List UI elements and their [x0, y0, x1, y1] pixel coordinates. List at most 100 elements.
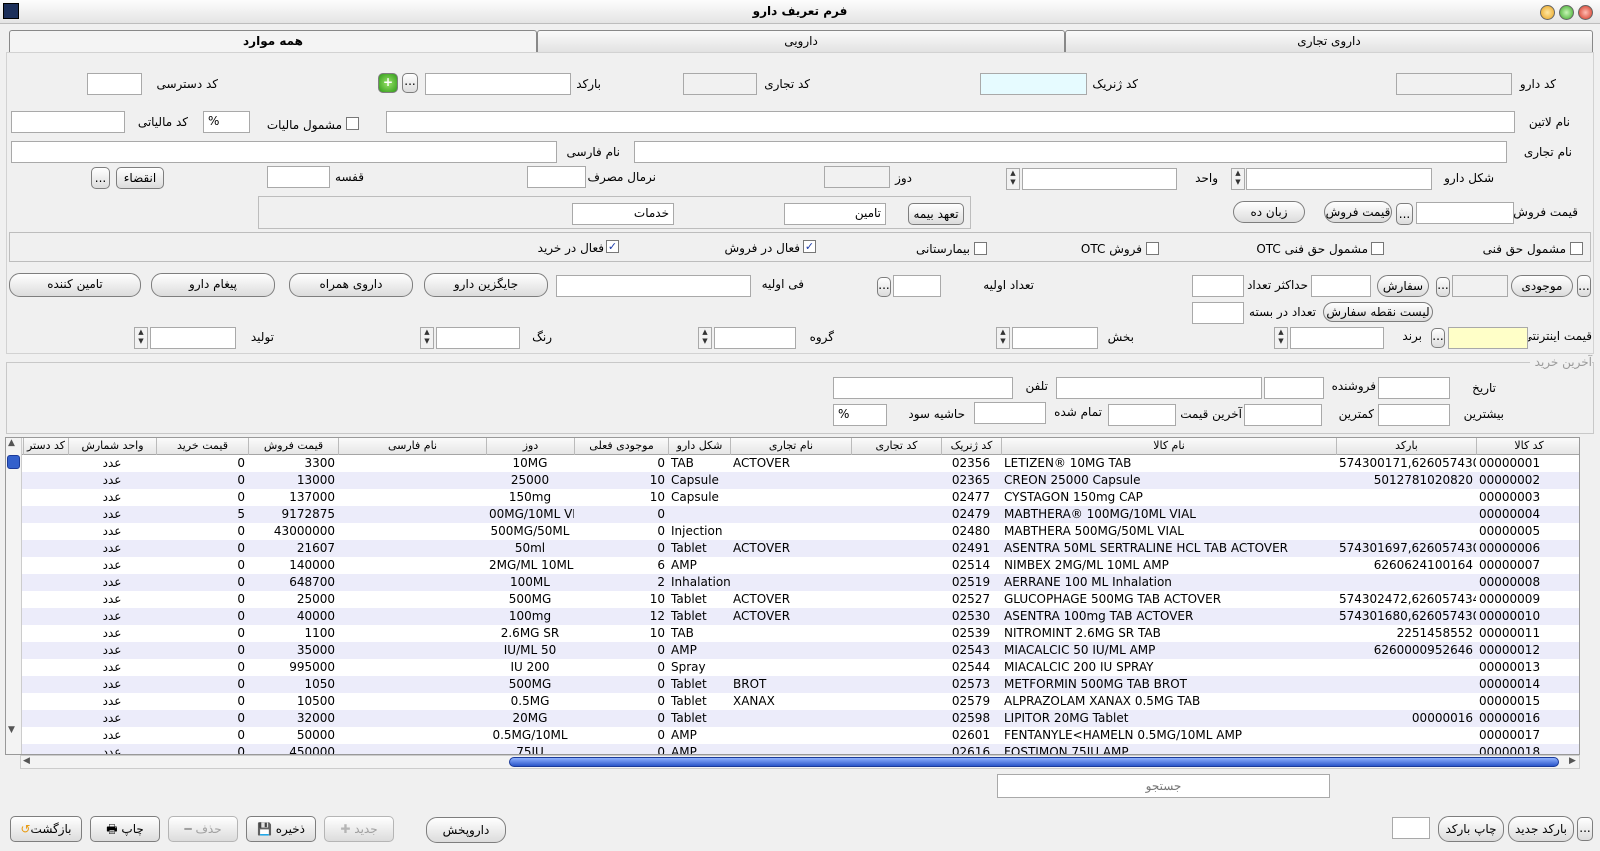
stock-field[interactable] — [1452, 275, 1508, 297]
order-browse-button[interactable]: ... — [1436, 277, 1450, 297]
horizontal-scroll-thumb[interactable] — [509, 757, 1559, 767]
scroll-up-icon[interactable]: ▲ — [8, 438, 15, 448]
production-field[interactable] — [150, 327, 236, 349]
add-barcode-button[interactable]: + — [378, 73, 398, 93]
save-button[interactable]: 💾 ذخیره — [246, 816, 316, 842]
table-row[interactable]: 00000006 574301697,626057430 ASENTRA 50ML … — [6, 540, 1579, 557]
drug-table[interactable]: کد کالا بارکد نام کالا کد ژنریک کد تجاری نام … — [5, 437, 1580, 755]
tab-all[interactable]: همه موارد — [9, 30, 537, 52]
back-button[interactable]: ↺بازگشت — [10, 816, 82, 842]
unit-spinner[interactable]: ▲ ▼ — [1006, 168, 1020, 190]
max-count-value[interactable] — [1192, 275, 1244, 297]
print-barcode-button[interactable]: چاپ بارکد — [1438, 816, 1504, 842]
persian-name-field[interactable] — [11, 141, 557, 163]
companion-drug-button[interactable]: داروی همراه — [289, 273, 413, 297]
table-row[interactable]: 00000010 574301680,626057430 ASENTRA 100mg… — [6, 608, 1579, 625]
trade-name-field[interactable] — [634, 141, 1507, 163]
minimize-button[interactable] — [1540, 5, 1555, 20]
sale-price-button[interactable]: قیمت فروش — [1324, 201, 1392, 223]
print-button[interactable]: 🖶 چاپ — [90, 816, 160, 842]
table-row[interactable]: 00000009 574302472,626057434 GLUCOPHAGE 50… — [6, 591, 1579, 608]
barcode-field[interactable] — [425, 73, 571, 95]
group-spinner[interactable]: ▲ ▼ — [698, 327, 712, 349]
column-header[interactable]: کد تجاری — [851, 438, 941, 455]
khadamat-field[interactable]: خدمات — [572, 203, 674, 225]
table-row[interactable]: 00000007 6260624100164 NIMBEX 2MG/ML 10ML … — [6, 557, 1579, 574]
column-header[interactable]: نام تجاری — [730, 438, 851, 455]
active-sale-checkbox[interactable]: ✓ — [803, 240, 816, 253]
max-field[interactable] — [1378, 404, 1450, 426]
sale-price-browse-button[interactable]: ... — [1396, 203, 1413, 225]
scroll-left-icon[interactable]: ◀ — [23, 756, 30, 766]
table-row[interactable]: 00000002 5012781020820 CREON 25000 Capsule… — [6, 472, 1579, 489]
color-field[interactable] — [436, 327, 520, 349]
tab-trade-drug[interactable]: داروی تجاری — [1065, 30, 1593, 52]
dose-field[interactable] — [824, 166, 890, 188]
lang-button[interactable]: زبان ده — [1233, 201, 1305, 223]
seller-code-field[interactable] — [1264, 377, 1324, 399]
normal-use-field[interactable] — [527, 166, 586, 188]
drug-message-button[interactable]: پیغام دارو — [151, 273, 275, 297]
column-header[interactable]: شکل دارو — [668, 438, 730, 455]
column-header[interactable]: کد دستر — [23, 438, 68, 455]
table-row[interactable]: 00000018 FOSTIMON 75IU AMP 02616 AMP 0 75IU 45… — [6, 744, 1579, 754]
stock-browse-button[interactable]: ... — [1577, 275, 1591, 297]
internet-price-field[interactable] — [1448, 327, 1528, 349]
drug-code-field[interactable] — [1396, 73, 1512, 95]
column-header[interactable]: قیمت فروش — [248, 438, 338, 455]
color-spinner[interactable]: ▲ ▼ — [420, 327, 434, 349]
brand-field[interactable] — [1290, 327, 1384, 349]
seller-name-field[interactable] — [1056, 377, 1262, 399]
date-field[interactable] — [1378, 377, 1450, 399]
initial-count-field[interactable] — [893, 275, 941, 297]
group-field[interactable] — [714, 327, 796, 349]
table-row[interactable]: 00000005 MABTHERA 500MG/50ML VIAL 02480 Inj… — [6, 523, 1579, 540]
table-row[interactable]: 00000003 CYSTAGON 150mg CAP 02477 Capsule 10… — [6, 489, 1579, 506]
expiry-button[interactable]: انقضاء — [116, 167, 164, 189]
max-count-field[interactable] — [1311, 275, 1371, 297]
table-row[interactable]: 00000004 MABTHERA® 100MG/10ML VIAL 02479 0 0… — [6, 506, 1579, 523]
brand-spinner[interactable]: ▲ ▼ — [1274, 327, 1288, 349]
generic-code-field[interactable] — [980, 73, 1087, 95]
column-header[interactable]: نام فارسی — [338, 438, 486, 455]
pack-count-field[interactable] — [1192, 302, 1244, 324]
production-spinner[interactable]: ▲ ▼ — [134, 327, 148, 349]
otc-sale-checkbox[interactable] — [1146, 242, 1159, 255]
drug-form-field[interactable] — [1246, 168, 1432, 190]
table-horizontal-scrollbar[interactable]: ◀ ▶ — [20, 755, 1580, 769]
expiry-browse-button[interactable]: ... — [91, 167, 110, 189]
darupakhsh-button[interactable]: داروپخش — [426, 817, 506, 843]
column-header[interactable]: موجودی فعلی — [574, 438, 668, 455]
stock-button[interactable]: موجودی — [1511, 275, 1573, 297]
table-row[interactable]: 00000016 00000016 LIPITOR 20MG Tablet 02598… — [6, 710, 1579, 727]
drug-form-spinner[interactable]: ▲ ▼ — [1231, 168, 1245, 190]
close-button[interactable] — [1578, 5, 1593, 20]
column-header[interactable]: بارکد — [1336, 438, 1476, 455]
initial-fee-field[interactable] — [556, 275, 751, 297]
scroll-down-icon[interactable]: ▼ — [8, 725, 15, 735]
table-row[interactable]: 00000013 MIACALCIC 200 IU SPRAY 02544 Spray… — [6, 659, 1579, 676]
sale-price-field[interactable] — [1416, 202, 1514, 224]
new-button[interactable]: ✚ جدید — [324, 816, 394, 842]
table-row[interactable]: 00000017 FENTANYLE<HAMELN 0.5MG/10ML AMP 0… — [6, 727, 1579, 744]
column-header[interactable]: قیمت خرید — [156, 438, 248, 455]
phone-field[interactable] — [833, 377, 1013, 399]
new-barcode-button[interactable]: بارکد جدید — [1508, 816, 1574, 842]
column-header[interactable]: دوز — [486, 438, 574, 455]
table-row[interactable]: 00000001 574300171,626057430 LETIZEN® 10MG… — [6, 455, 1579, 472]
column-header[interactable]: کد ژنریک — [941, 438, 1001, 455]
last-price-field[interactable] — [1108, 404, 1176, 426]
trade-code-field[interactable] — [683, 73, 757, 95]
column-header[interactable]: واحد شمارش — [68, 438, 156, 455]
tamin-field[interactable]: تامین — [784, 203, 886, 225]
section-field[interactable] — [1012, 327, 1098, 349]
supplier-button[interactable]: تامین کننده — [9, 273, 141, 297]
section-spinner[interactable]: ▲ ▼ — [996, 327, 1010, 349]
otc-tech-fee-checkbox[interactable] — [1371, 242, 1384, 255]
scroll-right-icon[interactable]: ▶ — [1569, 756, 1576, 766]
alt-drug-button[interactable]: جایگزین دارو — [424, 273, 548, 297]
table-row[interactable]: 00000011 2251458552 NITROMINT 2.6MG SR TAB… — [6, 625, 1579, 642]
shelf-field[interactable] — [267, 166, 330, 188]
table-row[interactable]: 00000012 6260000952646 MIACALCIC 50 IU/ML … — [6, 642, 1579, 659]
min-field[interactable] — [1244, 404, 1322, 426]
